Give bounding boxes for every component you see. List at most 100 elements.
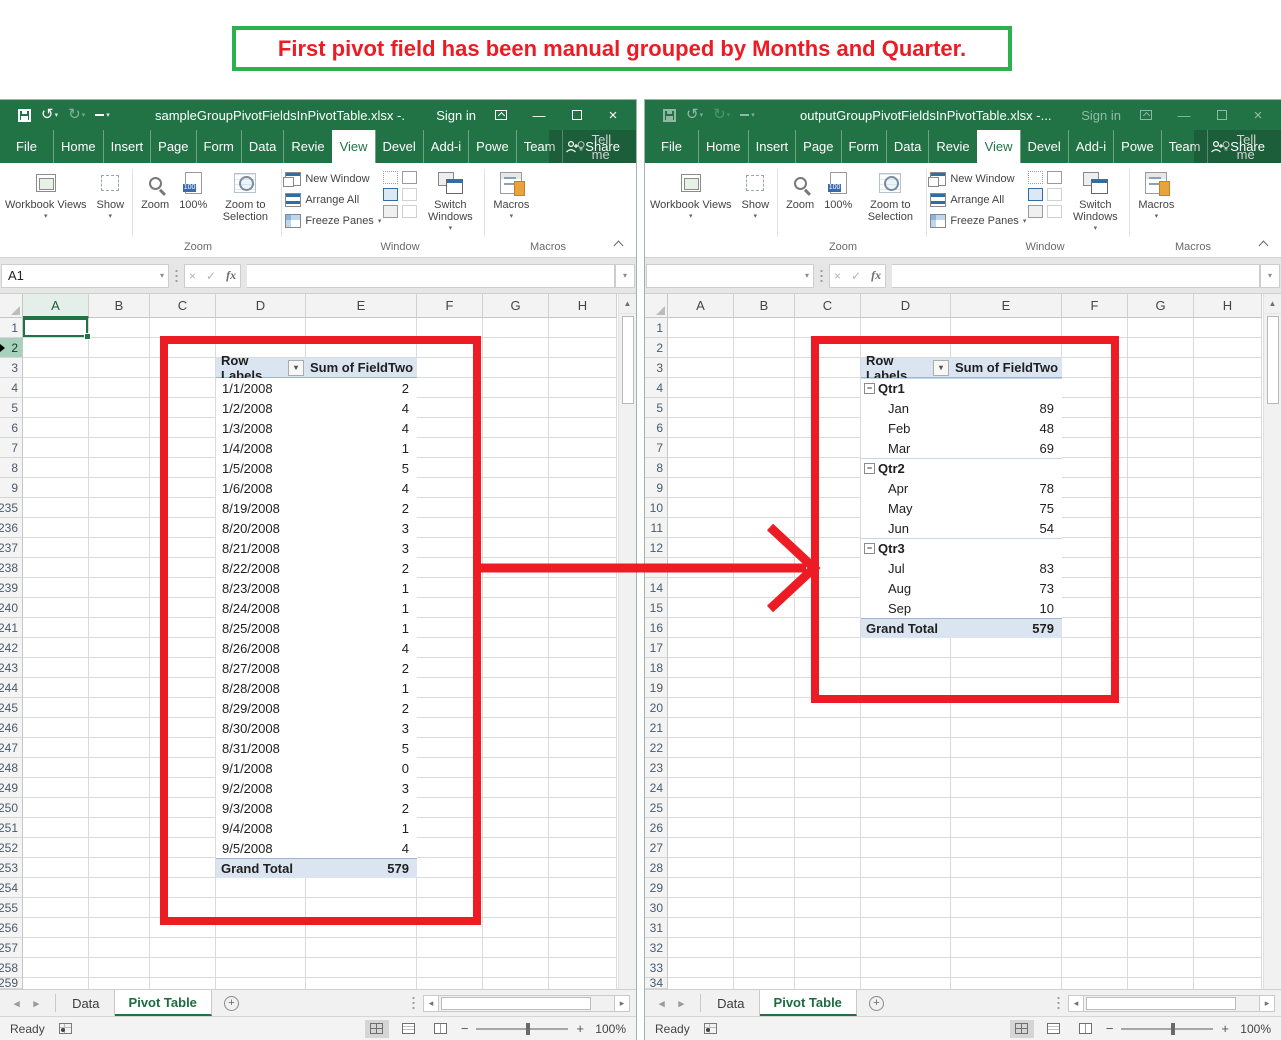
- vertical-scroll-thumb[interactable]: [622, 316, 634, 404]
- cell[interactable]: [483, 318, 549, 338]
- ribbon-display-options-icon[interactable]: [1131, 100, 1161, 130]
- cell[interactable]: 1/4/2008: [216, 438, 306, 458]
- cell[interactable]: [861, 778, 951, 798]
- cell[interactable]: [734, 758, 795, 778]
- cell[interactable]: [668, 358, 734, 378]
- minimize-button[interactable]: —: [524, 100, 554, 130]
- cell[interactable]: [1128, 838, 1194, 858]
- cell[interactable]: Grand Total: [861, 618, 951, 638]
- cell[interactable]: [951, 678, 1062, 698]
- cell[interactable]: 8/26/2008: [216, 638, 306, 658]
- cell[interactable]: [23, 638, 89, 658]
- cell[interactable]: [668, 578, 734, 598]
- cell[interactable]: [23, 418, 89, 438]
- cell[interactable]: −Qtr3: [861, 538, 951, 558]
- scroll-up-icon[interactable]: ▲: [1264, 294, 1281, 314]
- cell[interactable]: [951, 338, 1062, 358]
- cell[interactable]: 75: [951, 498, 1062, 518]
- zoom-100-button[interactable]: 100%: [819, 167, 857, 239]
- cell[interactable]: [417, 378, 483, 398]
- share-button[interactable]: Share: [549, 130, 636, 163]
- cell[interactable]: [1128, 778, 1194, 798]
- cell[interactable]: 8/29/2008: [216, 698, 306, 718]
- hide-icon[interactable]: [383, 188, 398, 201]
- cell[interactable]: [734, 478, 795, 498]
- cell[interactable]: [150, 958, 216, 978]
- row-header[interactable]: 15: [645, 598, 668, 618]
- row-header[interactable]: 256: [0, 918, 23, 938]
- row-header[interactable]: 10: [645, 498, 668, 518]
- page-break-preview-button[interactable]: [429, 1020, 453, 1038]
- row-header[interactable]: 22: [645, 738, 668, 758]
- cell[interactable]: [549, 538, 617, 558]
- cell[interactable]: [417, 758, 483, 778]
- cell[interactable]: [417, 938, 483, 958]
- cell[interactable]: Sum of FieldTwo: [306, 358, 417, 378]
- cell[interactable]: [23, 858, 89, 878]
- close-button[interactable]: ×: [1243, 100, 1273, 130]
- cell[interactable]: [23, 698, 89, 718]
- cell[interactable]: [306, 978, 417, 989]
- insert-function-icon[interactable]: fx: [226, 268, 236, 283]
- cell[interactable]: 3: [306, 718, 417, 738]
- cell[interactable]: [89, 778, 150, 798]
- cell[interactable]: [549, 698, 617, 718]
- cell[interactable]: [89, 598, 150, 618]
- switch-windows-button[interactable]: Switch Windows ▾: [419, 167, 481, 239]
- cell[interactable]: [1128, 578, 1194, 598]
- ribbon-tab-insert[interactable]: Insert: [748, 130, 796, 163]
- cell[interactable]: [150, 818, 216, 838]
- switch-windows-button[interactable]: Switch Windows ▾: [1064, 167, 1126, 239]
- cell[interactable]: [1194, 978, 1262, 989]
- cell[interactable]: [668, 938, 734, 958]
- cell[interactable]: [795, 418, 861, 438]
- cell[interactable]: [216, 318, 306, 338]
- row-header[interactable]: 17: [645, 638, 668, 658]
- cell[interactable]: [734, 638, 795, 658]
- column-header-A[interactable]: A: [23, 294, 89, 318]
- cell[interactable]: [861, 318, 951, 338]
- cell[interactable]: [668, 438, 734, 458]
- cell[interactable]: [89, 978, 150, 989]
- cell[interactable]: [89, 558, 150, 578]
- collapse-ribbon-icon[interactable]: [1259, 241, 1269, 251]
- cell[interactable]: [483, 378, 549, 398]
- scroll-left-icon[interactable]: ◂: [423, 995, 439, 1012]
- collapse-ribbon-icon[interactable]: [614, 241, 624, 251]
- cell[interactable]: [734, 978, 795, 989]
- cell[interactable]: [734, 398, 795, 418]
- cell[interactable]: [861, 898, 951, 918]
- column-header-E[interactable]: E: [306, 294, 417, 318]
- column-header-A[interactable]: A: [668, 294, 734, 318]
- cell[interactable]: [1128, 458, 1194, 478]
- cell[interactable]: [1128, 858, 1194, 878]
- cell[interactable]: [1128, 478, 1194, 498]
- cell[interactable]: [734, 498, 795, 518]
- cell[interactable]: [1194, 818, 1262, 838]
- cell[interactable]: 579: [951, 618, 1062, 638]
- ribbon-tab-revie[interactable]: Revie: [928, 130, 976, 163]
- zoom-100-button[interactable]: 100%: [174, 167, 212, 239]
- cell[interactable]: [1062, 698, 1128, 718]
- cell[interactable]: [1194, 378, 1262, 398]
- cell[interactable]: [89, 378, 150, 398]
- cell[interactable]: [1194, 938, 1262, 958]
- workbook-views-button[interactable]: Workbook Views ▾: [0, 167, 92, 239]
- cell[interactable]: [861, 658, 951, 678]
- cell[interactable]: 0: [306, 758, 417, 778]
- cell[interactable]: [668, 478, 734, 498]
- cell[interactable]: [795, 598, 861, 618]
- cell[interactable]: [1194, 358, 1262, 378]
- cell[interactable]: 8/22/2008: [216, 558, 306, 578]
- cell[interactable]: [861, 758, 951, 778]
- cell[interactable]: [1194, 678, 1262, 698]
- cell[interactable]: [549, 818, 617, 838]
- select-all-corner[interactable]: [645, 294, 668, 318]
- cell[interactable]: [668, 678, 734, 698]
- cell[interactable]: [795, 518, 861, 538]
- freeze-panes-button[interactable]: Freeze Panes▾: [930, 212, 1026, 230]
- cell[interactable]: [1194, 458, 1262, 478]
- cell[interactable]: [483, 598, 549, 618]
- cell[interactable]: [23, 498, 89, 518]
- cell[interactable]: [1128, 438, 1194, 458]
